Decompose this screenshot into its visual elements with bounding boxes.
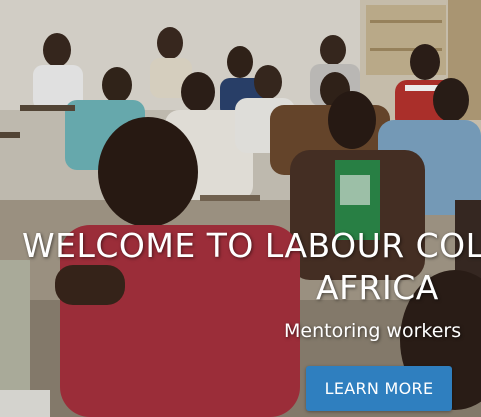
hero-subtitle: Mentoring workers <box>284 320 462 342</box>
learn-more-button[interactable]: LEARN MORE <box>306 366 452 411</box>
hero-banner: WELCOME TO LABOUR COL AFRICA Mentoring w… <box>0 0 481 417</box>
hero-background-photo <box>0 0 481 417</box>
hero-title: WELCOME TO LABOUR COL <box>22 226 481 265</box>
hero-title-line2: AFRICA <box>316 268 439 307</box>
